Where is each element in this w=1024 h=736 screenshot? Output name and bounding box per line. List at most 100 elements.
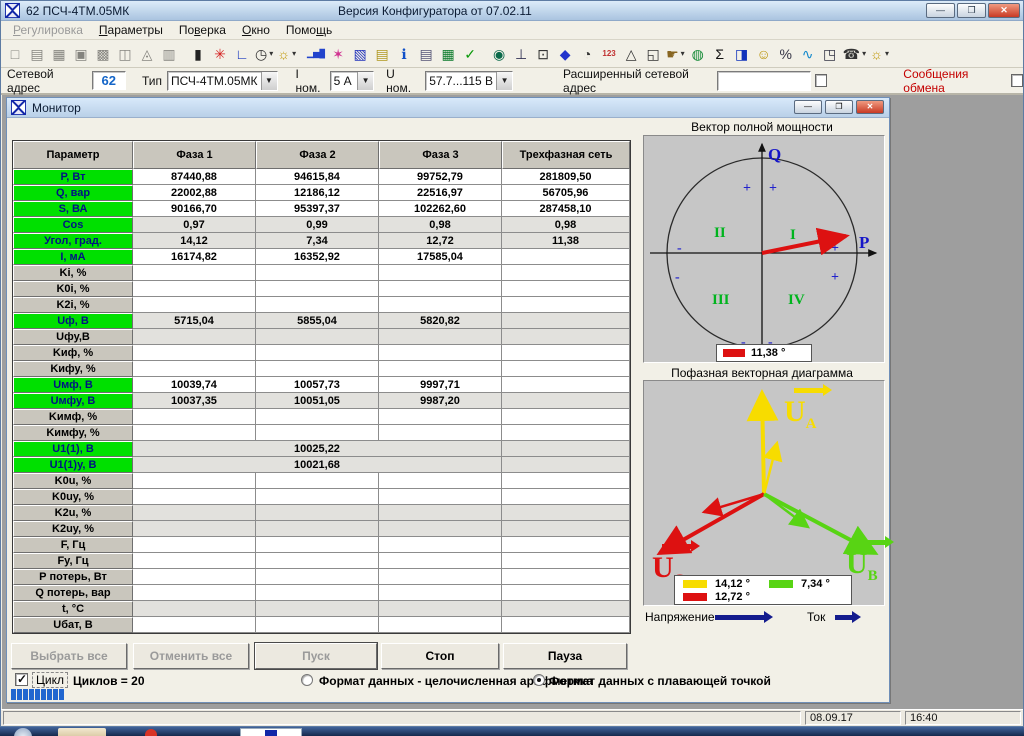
battery-icon[interactable]: ◨	[731, 43, 753, 65]
button-Пуск[interactable]: Пуск	[254, 642, 378, 670]
drop-icon[interactable]: ∿	[797, 43, 819, 65]
lamp2-icon[interactable]: ☼ ▾	[868, 43, 891, 65]
param-label[interactable]: U1(1)у, В	[13, 457, 133, 473]
journal-icon[interactable]: ▤	[415, 43, 437, 65]
extended-address-input[interactable]	[716, 70, 812, 91]
print-icon[interactable]: ▩	[92, 43, 114, 65]
param-label[interactable]: Uф, В	[13, 313, 133, 329]
param-label[interactable]: U1(1), В	[13, 441, 133, 457]
menu-item-Регулировка[interactable]: Регулировка	[5, 21, 91, 39]
fireworks-icon[interactable]: ✶	[327, 43, 349, 65]
network-address-value[interactable]: 62	[91, 71, 126, 90]
param-label[interactable]: Kимфу, %	[13, 425, 133, 441]
menu-item-Поверка[interactable]: Поверка	[171, 21, 234, 39]
chevron-down-icon[interactable]: ▼	[357, 71, 374, 90]
check-icon[interactable]: ✓	[459, 43, 481, 65]
chevron-down-icon[interactable]: ▼	[496, 71, 513, 90]
menu-item-Окно[interactable]: Окно	[234, 21, 278, 39]
param-label[interactable]: Ki, %	[13, 265, 133, 281]
numbers-icon[interactable]: 123	[598, 43, 620, 65]
mosaic-icon[interactable]: ◆	[554, 43, 576, 65]
format-radio-label[interactable]: Формат данных с плавающей точкой	[549, 674, 771, 688]
cycle-checkbox[interactable]	[15, 672, 28, 686]
exchange-messages-checkbox[interactable]	[1010, 74, 1023, 87]
taskbar-item[interactable]	[58, 728, 106, 736]
connection-icon[interactable]: ∟	[231, 43, 253, 65]
chevron-down-icon[interactable]: ▾	[681, 49, 685, 58]
taskbar-active-item[interactable]	[240, 728, 302, 736]
param-label[interactable]: S, ВА	[13, 201, 133, 217]
param-label[interactable]: Cos	[13, 217, 133, 233]
param-label[interactable]: K2u, %	[13, 505, 133, 521]
param-label[interactable]: Uфу,В	[13, 329, 133, 345]
taskbar-icon[interactable]	[145, 729, 157, 736]
stopwatch-icon[interactable]: ◔	[576, 43, 598, 65]
param-label[interactable]: Fу, Гц	[13, 553, 133, 569]
chevron-down-icon[interactable]: ▾	[292, 49, 296, 58]
param-label[interactable]: Uмфу, В	[13, 393, 133, 409]
clock-gauge-icon[interactable]: ◷ ▾	[253, 43, 275, 65]
button-Пауза[interactable]: Пауза	[503, 643, 627, 669]
bar-chart-icon[interactable]: ▁▅█	[305, 43, 327, 65]
button-Стоп[interactable]: Стоп	[381, 643, 499, 669]
param-label[interactable]: I, мА	[13, 249, 133, 265]
format-radio-0[interactable]	[301, 674, 313, 686]
eye-icon[interactable]: ◉	[488, 43, 510, 65]
param-label[interactable]: K2i, %	[13, 297, 133, 313]
monitor-icon[interactable]: ⊡	[532, 43, 554, 65]
chevron-down-icon[interactable]: ▼	[260, 71, 277, 90]
monitor-close-button[interactable]: ✕	[856, 100, 884, 114]
chevron-down-icon[interactable]: ▾	[269, 49, 273, 58]
param-label[interactable]: Kимф, %	[13, 409, 133, 425]
smiley-icon[interactable]: ☺	[753, 43, 775, 65]
chevron-down-icon[interactable]: ▾	[885, 49, 889, 58]
chevron-down-icon[interactable]: ▾	[862, 49, 866, 58]
param-label[interactable]: Угол, град.	[13, 233, 133, 249]
monitor-maximize-button[interactable]: ❐	[825, 100, 853, 114]
param-label[interactable]: t, °С	[13, 601, 133, 617]
lamp-icon[interactable]: ☼ ▾	[275, 43, 298, 65]
globe-icon[interactable]: ◍	[687, 43, 709, 65]
button-Отменить все[interactable]: Отменить все	[133, 643, 249, 669]
start-button[interactable]	[14, 728, 32, 736]
param-label[interactable]: Uбат, В	[13, 617, 133, 633]
open-folder-icon[interactable]: ▤	[26, 43, 48, 65]
format-radio-1[interactable]	[533, 674, 545, 686]
burst-icon[interactable]: ✳	[209, 43, 231, 65]
button-Выбрать все[interactable]: Выбрать все	[11, 643, 127, 669]
zoom-window-icon[interactable]: ◱	[642, 43, 664, 65]
param-label[interactable]: Р, Вт	[13, 169, 133, 185]
menu-item-Помощь[interactable]: Помощь	[278, 21, 340, 39]
type-combobox[interactable]: ПСЧ-4ТМ.05МК ▼	[166, 70, 278, 91]
hand-pointer-icon[interactable]: ☛ ▾	[664, 43, 687, 65]
param-label[interactable]: K2uу, %	[13, 521, 133, 537]
minimize-button[interactable]: —	[926, 3, 955, 18]
window-shift-icon[interactable]: ◳	[819, 43, 841, 65]
param-label[interactable]: Q потерь, вар	[13, 585, 133, 601]
param-label[interactable]: Kифу, %	[13, 361, 133, 377]
picture-icon[interactable]: ▧	[349, 43, 371, 65]
param-label[interactable]: F, Гц	[13, 537, 133, 553]
menu-item-Параметры[interactable]: Параметры	[91, 21, 171, 39]
meter-device-icon[interactable]: ▮	[187, 43, 209, 65]
info-icon[interactable]: ℹ	[393, 43, 415, 65]
param-label[interactable]: Kиф, %	[13, 345, 133, 361]
param-label[interactable]: Q, вар	[13, 185, 133, 201]
save-all-icon[interactable]: ▣	[70, 43, 92, 65]
u-nom-combobox[interactable]: 57.7...115 В ▼	[425, 70, 514, 91]
notepad-icon[interactable]: ▤	[371, 43, 393, 65]
read-device-icon[interactable]: ◫	[114, 43, 136, 65]
param-label[interactable]: Р потерь, Вт	[13, 569, 133, 585]
param-label[interactable]: K0u, %	[13, 473, 133, 489]
maximize-button[interactable]: ❐	[957, 3, 986, 18]
scales-icon[interactable]: ⊥	[510, 43, 532, 65]
i-nom-combobox[interactable]: 5 А ▼	[329, 70, 375, 91]
phone-icon[interactable]: ☎ ▾	[841, 43, 868, 65]
save-icon[interactable]: ▦	[48, 43, 70, 65]
compare-icon[interactable]: ◬	[136, 43, 158, 65]
cycle-label[interactable]: Цикл	[32, 672, 68, 688]
param-label[interactable]: K0uу, %	[13, 489, 133, 505]
sigma-icon[interactable]: Σ	[709, 43, 731, 65]
param-label[interactable]: Uмф, В	[13, 377, 133, 393]
new-file-icon[interactable]: □	[4, 43, 26, 65]
